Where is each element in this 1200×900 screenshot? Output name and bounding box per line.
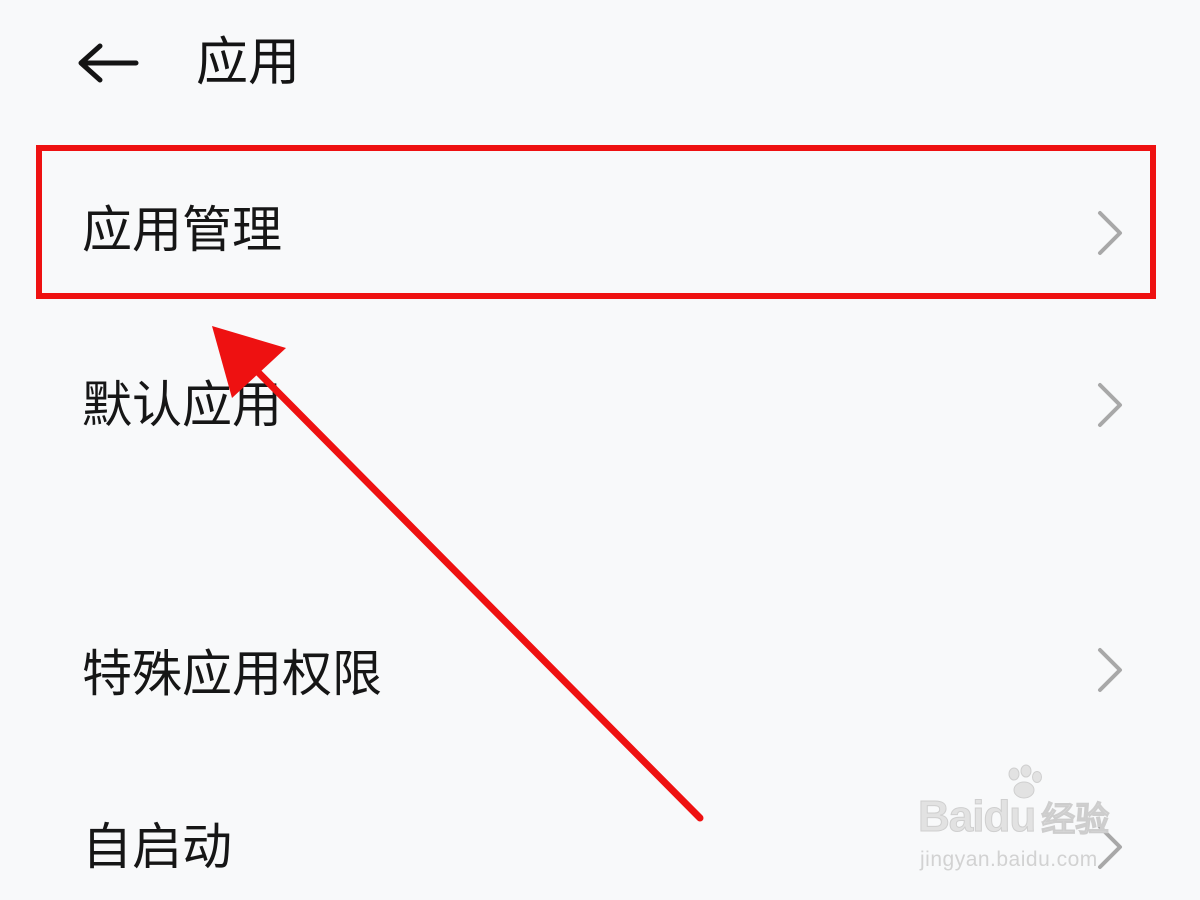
chevron-right-icon	[1098, 648, 1122, 692]
list-item-label: 自启动	[82, 818, 232, 876]
chevron-right-icon	[1098, 211, 1122, 255]
list-item-label: 应用管理	[82, 201, 282, 259]
back-button[interactable]	[70, 30, 146, 96]
list-item-default-apps[interactable]: 默认应用	[0, 340, 1200, 470]
arrow-left-icon	[78, 43, 139, 83]
top-bar: 应用	[0, 0, 1200, 130]
page-title: 应用	[196, 33, 301, 93]
list-item-auto-start[interactable]: 自启动	[0, 770, 1200, 900]
list-item-label: 默认应用	[82, 376, 282, 434]
chevron-right-icon	[1098, 383, 1122, 427]
list-item-label: 特殊应用权限	[82, 645, 382, 703]
list-item-app-management[interactable]: 应用管理	[0, 165, 1200, 295]
chevron-right-icon	[1098, 825, 1122, 869]
list-item-special-app-permissions[interactable]: 特殊应用权限	[0, 605, 1200, 735]
